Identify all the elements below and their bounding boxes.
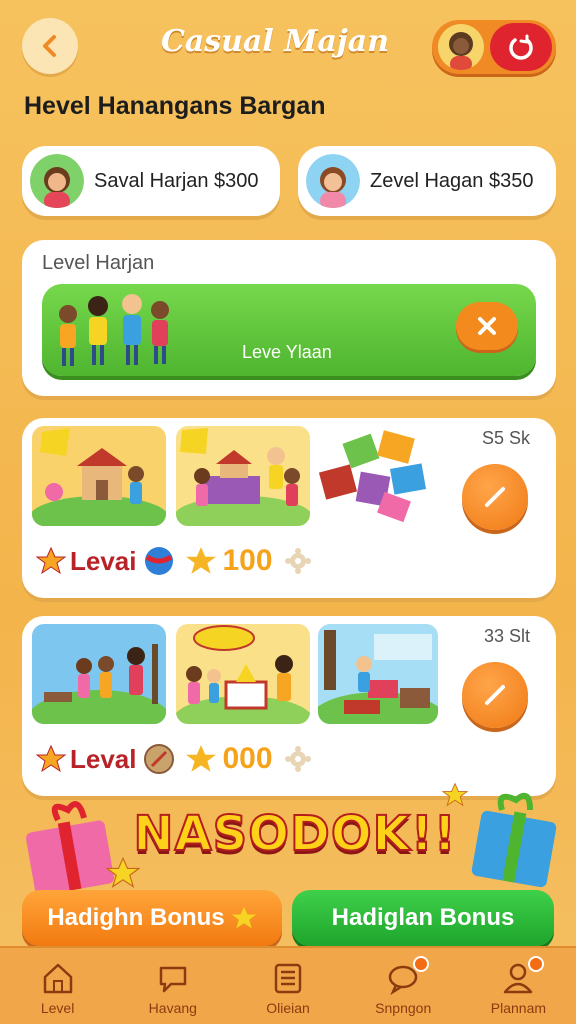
level-row: Levai 100: [36, 544, 313, 578]
level-label: Leval: [70, 743, 137, 774]
points-value: 100: [222, 544, 273, 577]
celebration-banner: NASODOK!!: [132, 805, 457, 863]
list-icon: [274, 963, 302, 994]
avatar: [30, 154, 84, 208]
nav-item-havang[interactable]: Havang: [115, 948, 230, 1024]
page-title: Hevel Hanangans Bargan: [24, 92, 326, 120]
power-icon: [509, 34, 533, 60]
chat-icon: [159, 966, 187, 993]
nav-item-snpngon[interactable]: Snpngon: [346, 948, 461, 1024]
player-card-2[interactable]: Zevel Hagan $350: [298, 146, 556, 216]
reward-cost: S5 Sk: [481, 428, 530, 448]
star-icon: [185, 745, 216, 772]
star-icon: [36, 546, 66, 575]
pencil-icon: [485, 487, 505, 507]
bonus-button-label: Hadighn Bonus: [47, 904, 225, 931]
power-button[interactable]: [490, 23, 552, 71]
star-icon: [185, 547, 216, 574]
star-icon: [231, 906, 256, 929]
nav-label: Level: [40, 1000, 75, 1016]
bottom-nav: Level Havang Olieian Snpngon Plannam: [0, 946, 576, 1024]
edit-button[interactable]: [462, 464, 528, 530]
level-label: Levai: [70, 545, 137, 576]
back-button[interactable]: [22, 18, 78, 74]
close-icon: [478, 317, 496, 335]
points-value: 000: [222, 742, 273, 775]
player-name: Saval Harjan $300: [94, 169, 259, 192]
reward-cost: 33 Slt: [483, 626, 530, 646]
reward-card-1[interactable]: S5 Sk Levai 100: [22, 418, 556, 598]
nav-label: Snpngon: [375, 1000, 432, 1016]
nav-label: Plannam: [490, 1000, 547, 1016]
nav-item-olieian[interactable]: Olieian: [230, 948, 345, 1024]
reward-card-2[interactable]: 33 Slt Leval 000: [22, 616, 556, 796]
edit-button[interactable]: [462, 662, 528, 728]
kids-illustration: [59, 294, 169, 366]
nav-item-plannam[interactable]: Plannam: [461, 948, 576, 1024]
pencil-icon: [485, 685, 505, 705]
star-icon: [442, 782, 468, 807]
bonus-button-right[interactable]: Hadiglan Bonus: [292, 890, 554, 946]
home-icon: [43, 963, 72, 994]
nav-label: Havang: [148, 1000, 197, 1016]
notification-badge: [528, 956, 545, 972]
level-row: Leval 000: [36, 742, 313, 776]
player-name: Zevel Hagan $350: [370, 169, 534, 192]
level-card-label: Level Harjan: [42, 252, 155, 274]
bonus-button-left[interactable]: Hadighn Bonus: [22, 890, 282, 946]
gear-icon: [284, 548, 311, 574]
notification-badge: [412, 956, 429, 972]
nav-item-level[interactable]: Level: [0, 948, 115, 1024]
close-button[interactable]: [456, 302, 518, 350]
top-actions: [432, 20, 556, 74]
reward-thumbnail: [176, 426, 310, 526]
star-icon: [36, 744, 66, 773]
app-title: Casual Majan: [160, 24, 390, 59]
nav-label: Olieian: [266, 1000, 310, 1016]
top-bar: Casual Majan: [0, 0, 576, 90]
reward-thumbnail: [32, 624, 166, 724]
compass-icon: [143, 744, 174, 774]
bonus-button-label: Hadiglan Bonus: [331, 904, 515, 931]
reward-thumbnail: [318, 624, 438, 724]
chevron-left-icon: [43, 35, 56, 57]
avatar-icon: [449, 32, 473, 70]
reward-thumbnail: [318, 426, 438, 526]
level-bar-text: Leve Ylaan: [242, 342, 332, 362]
gift-icon: [471, 792, 557, 888]
ball-icon: [144, 547, 173, 575]
profile-avatar[interactable]: [438, 24, 484, 70]
reward-thumbnail: [176, 624, 310, 724]
level-progress-bar[interactable]: Leve Ylaan: [42, 284, 536, 376]
reward-thumbnail: [32, 426, 166, 526]
player-card-1[interactable]: Saval Harjan $300: [22, 146, 280, 216]
avatar: [306, 154, 360, 208]
level-card: Level Harjan Leve Ylaan: [22, 240, 556, 396]
gear-icon: [284, 746, 311, 772]
